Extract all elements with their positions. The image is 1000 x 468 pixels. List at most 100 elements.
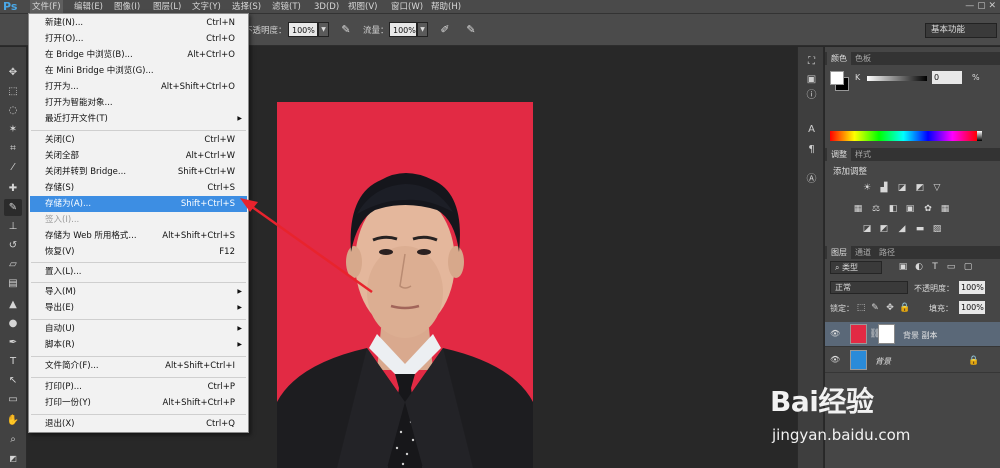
invert-icon[interactable]: ◪ (861, 224, 873, 235)
layer-opacity-input[interactable]: 100% (959, 281, 985, 294)
menu-item-automate[interactable]: 自动(U) ▶ (30, 321, 247, 337)
menu-item-new[interactable]: 新建(N)... Ctrl+N (30, 15, 247, 31)
gradient-tool-icon[interactable]: ▤ (4, 275, 22, 292)
visibility-eye-icon[interactable]: 👁 (830, 329, 840, 338)
selective-color-icon[interactable]: ▨ (931, 224, 943, 235)
menu-item-place[interactable]: 置入(L)... (30, 264, 247, 280)
layer-row-background[interactable]: 👁 背景 🔒 (825, 348, 1000, 373)
eyedropper-tool-icon[interactable]: ⁄ (4, 159, 22, 176)
curves-icon[interactable]: ◪ (896, 183, 908, 194)
filter-shape-icon[interactable]: ▭ (945, 262, 957, 273)
airbrush-icon[interactable]: ✐ (437, 22, 453, 38)
menu-item-exit[interactable]: 退出(X) Ctrl+Q (30, 416, 247, 432)
tab-styles[interactable]: 样式 (851, 148, 875, 161)
menu-item-file-info[interactable]: 文件简介(F)... Alt+Shift+Ctrl+I (30, 358, 247, 374)
photo-filter-icon[interactable]: ▣ (904, 204, 916, 215)
menu-item-close-all[interactable]: 关闭全部 Alt+Ctrl+W (30, 148, 247, 164)
menu-type[interactable]: 文字(Y) (190, 0, 223, 14)
brightness-icon[interactable]: ☀ (861, 183, 873, 194)
tab-paths[interactable]: 路径 (875, 246, 899, 259)
path-select-tool-icon[interactable]: ↖ (4, 372, 22, 389)
menu-item-recent-files[interactable]: 最近打开文件(T) ▶ (30, 111, 247, 127)
menu-item-scripts[interactable]: 脚本(R) ▶ (30, 337, 247, 353)
tab-layers[interactable]: 图层 (827, 246, 851, 259)
menu-image[interactable]: 图像(I) (112, 0, 142, 14)
shape-tool-icon[interactable]: ▭ (4, 391, 22, 408)
lock-position-icon[interactable]: ✥ (884, 303, 896, 314)
levels-icon[interactable]: ▟ (878, 183, 890, 194)
glyphs-panel-icon[interactable]: Ⓐ (804, 173, 819, 187)
visibility-eye-icon[interactable]: 👁 (830, 355, 840, 364)
layer-name[interactable]: 背景 (875, 356, 891, 367)
pressure-opacity-icon[interactable]: ✎ (338, 22, 354, 38)
pen-tool-icon[interactable]: ✒ (4, 334, 22, 351)
opacity-input[interactable]: 100% (288, 22, 318, 37)
flow-input[interactable]: 100% (389, 22, 417, 37)
lock-pixels-icon[interactable]: ✎ (869, 303, 881, 314)
history-panel-icon[interactable]: ⛶ (804, 55, 819, 69)
menu-edit[interactable]: 编辑(E) (72, 0, 105, 14)
grayscale-ramp[interactable] (977, 131, 982, 141)
color-swatches-icon[interactable]: ◩ (4, 450, 22, 467)
blur-tool-icon[interactable]: ▲ (4, 296, 22, 313)
menu-item-save-as[interactable]: 存储为(A)... Shift+Ctrl+S (30, 196, 247, 212)
channel-k-input[interactable]: 0 (932, 71, 962, 84)
menu-item-open[interactable]: 打开(O)... Ctrl+O (30, 31, 247, 47)
info-panel-icon[interactable]: ⓘ (804, 89, 819, 103)
menu-file[interactable]: 文件(F) (30, 0, 63, 14)
menu-item-close[interactable]: 关闭(C) Ctrl+W (30, 132, 247, 148)
color-lookup-icon[interactable]: ▦ (939, 204, 951, 215)
zoom-tool-icon[interactable]: ⌕ (4, 431, 22, 448)
paragraph-panel-icon[interactable]: ¶ (804, 143, 819, 157)
filter-type-icon[interactable]: T (929, 262, 941, 273)
menu-item-save[interactable]: 存储(S) Ctrl+S (30, 180, 247, 196)
brush-tool-icon[interactable]: ✎ (4, 199, 22, 216)
lasso-tool-icon[interactable]: ◌ (4, 102, 22, 119)
vibrance-icon[interactable]: ▽ (931, 183, 943, 194)
menu-select[interactable]: 选择(S) (230, 0, 263, 14)
blend-mode-select[interactable]: 正常 (830, 281, 908, 294)
fill-input[interactable]: 100% (959, 301, 985, 314)
layer-row-background-copy[interactable]: 👁 ⛓ 背景 副本 (825, 322, 1000, 347)
channel-mixer-icon[interactable]: ✿ (922, 204, 934, 215)
dodge-tool-icon[interactable]: ● (4, 315, 22, 332)
layer-mask-thumbnail[interactable] (878, 324, 895, 344)
lock-all-icon[interactable]: 🔒 (899, 303, 911, 314)
history-brush-tool-icon[interactable]: ↺ (4, 237, 22, 254)
clone-stamp-tool-icon[interactable]: ⊥ (4, 218, 22, 235)
filter-smart-icon[interactable]: ▢ (962, 262, 974, 273)
workspace-switcher[interactable]: 基本功能 (925, 23, 997, 38)
quick-select-tool-icon[interactable]: ✶ (4, 121, 22, 138)
menu-item-export[interactable]: 导出(E) ▶ (30, 300, 247, 316)
lock-transparency-icon[interactable]: ⬚ (855, 303, 867, 314)
eraser-tool-icon[interactable]: ▱ (4, 256, 22, 273)
menu-filter[interactable]: 滤镜(T) (270, 0, 303, 14)
channel-k-slider[interactable] (867, 76, 927, 81)
menu-item-browse-mini-bridge[interactable]: 在 Mini Bridge 中浏览(G)... (30, 63, 247, 79)
character-panel-icon[interactable]: A (804, 123, 819, 137)
type-tool-icon[interactable]: T (4, 353, 22, 370)
filter-pixel-icon[interactable]: ▣ (897, 262, 909, 273)
menu-window[interactable]: 窗口(W) (389, 0, 425, 14)
menu-item-save-for-web[interactable]: 存储为 Web 所用格式... Alt+Shift+Ctrl+S (30, 228, 247, 244)
foreground-color-swatch[interactable] (830, 71, 844, 85)
tab-channels[interactable]: 通道 (851, 246, 875, 259)
hand-tool-icon[interactable]: ✋ (4, 412, 22, 429)
menu-item-open-smart-object[interactable]: 打开为智能对象... (30, 95, 247, 111)
window-controls[interactable]: — ▢ ✕ (965, 1, 996, 11)
menu-item-close-go-bridge[interactable]: 关闭并转到 Bridge... Shift+Ctrl+W (30, 164, 247, 180)
tab-color[interactable]: 颜色 (827, 52, 851, 65)
flow-dropdown-icon[interactable]: ▼ (417, 22, 428, 37)
posterize-icon[interactable]: ◩ (878, 224, 890, 235)
menu-help[interactable]: 帮助(H) (429, 0, 463, 14)
menu-item-revert[interactable]: 恢复(V) F12 (30, 244, 247, 260)
menu-item-print[interactable]: 打印(P)... Ctrl+P (30, 379, 247, 395)
menu-item-browse-bridge[interactable]: 在 Bridge 中浏览(B)... Alt+Ctrl+O (30, 47, 247, 63)
color-spectrum[interactable] (830, 131, 977, 141)
opacity-dropdown-icon[interactable]: ▼ (318, 22, 329, 37)
filter-adjustment-icon[interactable]: ◐ (913, 262, 925, 273)
menu-layer[interactable]: 图层(L) (151, 0, 183, 14)
marquee-tool-icon[interactable]: ⬚ (4, 83, 22, 100)
threshold-icon[interactable]: ◢ (896, 224, 908, 235)
crop-tool-icon[interactable]: ⌗ (4, 140, 22, 157)
